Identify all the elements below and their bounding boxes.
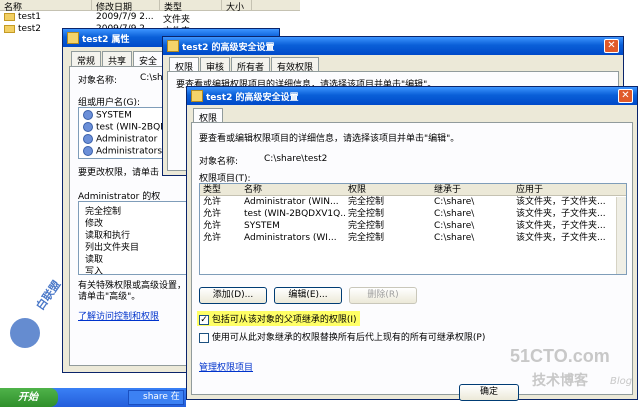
col-apply-header[interactable]: 应用于 <box>513 184 623 195</box>
cell-perm: 完全控制 <box>348 197 385 207</box>
start-button[interactable]: 开始 <box>0 388 58 407</box>
explorer-header: 名称 修改日期 类型 大小 <box>0 0 300 13</box>
inherit-checkbox-row[interactable]: ✓ 包括可从该对象的父项继承的权限(I) <box>197 311 360 326</box>
close-icon[interactable]: ✕ <box>604 39 619 53</box>
list-item[interactable]: test (WIN-2BQD <box>83 122 167 133</box>
list-item[interactable]: Administrators <box>83 146 162 157</box>
cell-inherit: C:\share\ <box>434 197 475 207</box>
watermark-sub: 技术博客 <box>532 373 588 389</box>
left-watermark-text: 白联盟 <box>33 278 64 313</box>
col-name-header[interactable]: 名称 <box>241 184 345 195</box>
advanced-back-titlebar: test2 的高级安全设置 ✕ <box>163 37 623 55</box>
window-title: test2 的高级安全设置 <box>182 42 275 53</box>
hint-text: 要查看或编辑权限项目的详细信息，请选择该项目并单击"编辑"。 <box>199 134 460 144</box>
special-hint: 有关特殊权限或高级设置，请单击"高级"。 <box>78 281 187 302</box>
folder-icon <box>167 40 179 52</box>
object-name-value: C:\sh <box>140 73 163 83</box>
cell-inherit: C:\share\ <box>434 221 475 231</box>
taskbar-item[interactable]: share 在 <box>128 390 184 405</box>
cell-name: Administrators (WI... <box>244 233 337 243</box>
row-date: 2009/7/9 2... <box>96 12 154 22</box>
watermark-main: 51CTO.com <box>510 346 610 366</box>
cell-apply: 该文件夹，子文件夹... <box>516 233 606 243</box>
cell-perm: 完全控制 <box>348 209 385 219</box>
access-control-link[interactable]: 了解访问控制和权限 <box>78 309 159 322</box>
window-title: test2 属性 <box>82 34 130 45</box>
object-name-label: 对象名称: <box>199 157 239 167</box>
replace-checkbox[interactable] <box>199 332 209 343</box>
row-name: test2 <box>18 24 42 34</box>
list-item[interactable]: SYSTEM <box>83 110 132 121</box>
col-inherit-header[interactable]: 继承于 <box>431 184 513 195</box>
user-icon <box>83 122 93 132</box>
taskbar: 开始 share 在 <box>0 388 186 407</box>
object-name-value: C:\share\test2 <box>264 154 328 164</box>
cell-inherit: C:\share\ <box>434 209 475 219</box>
cell-apply: 该文件夹，子文件夹... <box>516 209 606 219</box>
folder-icon <box>4 24 15 33</box>
cell-apply: 该文件夹，子文件夹... <box>516 197 606 207</box>
inherit-label: 包括可从该对象的父项继承的权限(I) <box>211 315 357 325</box>
edit-button[interactable]: 编辑(E)... <box>274 287 342 304</box>
folder-icon <box>191 90 203 102</box>
start-label: 开始 <box>18 392 38 403</box>
cell-perm: 完全控制 <box>348 221 385 231</box>
table-row[interactable]: 允许 SYSTEM 完全控制 C:\share\ 该文件夹，子文件夹... <box>200 220 626 232</box>
col-name-header[interactable]: 名称 <box>0 0 92 13</box>
user-icon <box>83 134 93 144</box>
right-watermark: 51CTO.com 技术博客 Blog <box>510 346 640 396</box>
cell-inherit: C:\share\ <box>434 233 475 243</box>
table-row[interactable]: 允许 Administrator (WIN... 完全控制 C:\share\ … <box>200 196 626 208</box>
cell-perm: 完全控制 <box>348 233 385 243</box>
cell-name: Administrator (WIN... <box>244 197 339 207</box>
cell-name: SYSTEM <box>244 221 280 231</box>
user-name: Administrators <box>96 146 163 157</box>
user-group-icon <box>83 110 93 120</box>
cell-apply: 该文件夹，子文件夹... <box>516 221 606 231</box>
globe-logo-icon <box>10 318 40 348</box>
left-watermark: 白联盟 <box>4 278 64 358</box>
cell-name: test (WIN-2BQDXV1Q... <box>244 209 345 219</box>
perm-item: 写入 <box>85 267 104 275</box>
table-row[interactable]: 允许 test (WIN-2BQDXV1Q... 完全控制 C:\share\ … <box>200 208 626 220</box>
manage-permissions-link[interactable]: 管理权限项目 <box>199 360 253 373</box>
watermark-blog: Blog <box>610 376 633 387</box>
col-perm-header[interactable]: 权限 <box>345 184 431 195</box>
list-item[interactable]: Administrator <box>83 134 157 145</box>
object-name-label: 对象名称: <box>78 76 118 86</box>
permission-entries-table[interactable]: 类型 名称 权限 继承于 应用于 允许 Administrator (WIN..… <box>199 183 627 275</box>
taskbar-item-label: share 在 <box>143 392 180 402</box>
cell-type: 允许 <box>203 221 222 231</box>
user-name: test (WIN-2BQD <box>96 122 168 133</box>
user-group-icon <box>83 146 93 156</box>
advanced-titlebar: test2 的高级安全设置 ✕ <box>187 87 637 105</box>
col-date-header[interactable]: 修改日期 <box>92 0 160 13</box>
explorer-row[interactable]: test2 <box>4 24 41 34</box>
replace-checkbox-row[interactable]: 使用可从此对象继承的权限替换所有后代上现有的所有可继承权限(P) <box>199 330 485 343</box>
col-type-header[interactable]: 类型 <box>200 184 241 195</box>
replace-label: 使用可从此对象继承的权限替换所有后代上现有的所有可继承权限(P) <box>211 333 486 343</box>
close-icon[interactable]: ✕ <box>618 89 633 103</box>
add-button[interactable]: 添加(D)... <box>199 287 267 304</box>
window-title: test2 的高级安全设置 <box>206 92 299 103</box>
row-name: test1 <box>18 12 42 22</box>
user-name: Administrator <box>96 134 158 145</box>
user-name: SYSTEM <box>96 110 132 121</box>
inherit-checkbox[interactable]: ✓ <box>199 314 209 325</box>
table-row[interactable]: 允许 Administrators (WI... 完全控制 C:\share\ … <box>200 232 626 244</box>
explorer-row[interactable]: test1 <box>4 12 41 22</box>
cell-type: 允许 <box>203 209 222 219</box>
table-header: 类型 名称 权限 继承于 应用于 <box>200 184 626 196</box>
delete-button[interactable]: 删除(R) <box>349 287 417 304</box>
folder-icon <box>4 12 15 21</box>
change-hint: 要更改权限，请单击 <box>78 168 160 178</box>
cell-type: 允许 <box>203 233 222 243</box>
cell-type: 允许 <box>203 197 222 207</box>
folder-icon <box>67 32 79 44</box>
col-size-header[interactable]: 大小 <box>222 0 252 13</box>
col-type-header[interactable]: 类型 <box>160 0 222 13</box>
scrollbar[interactable] <box>616 197 626 274</box>
